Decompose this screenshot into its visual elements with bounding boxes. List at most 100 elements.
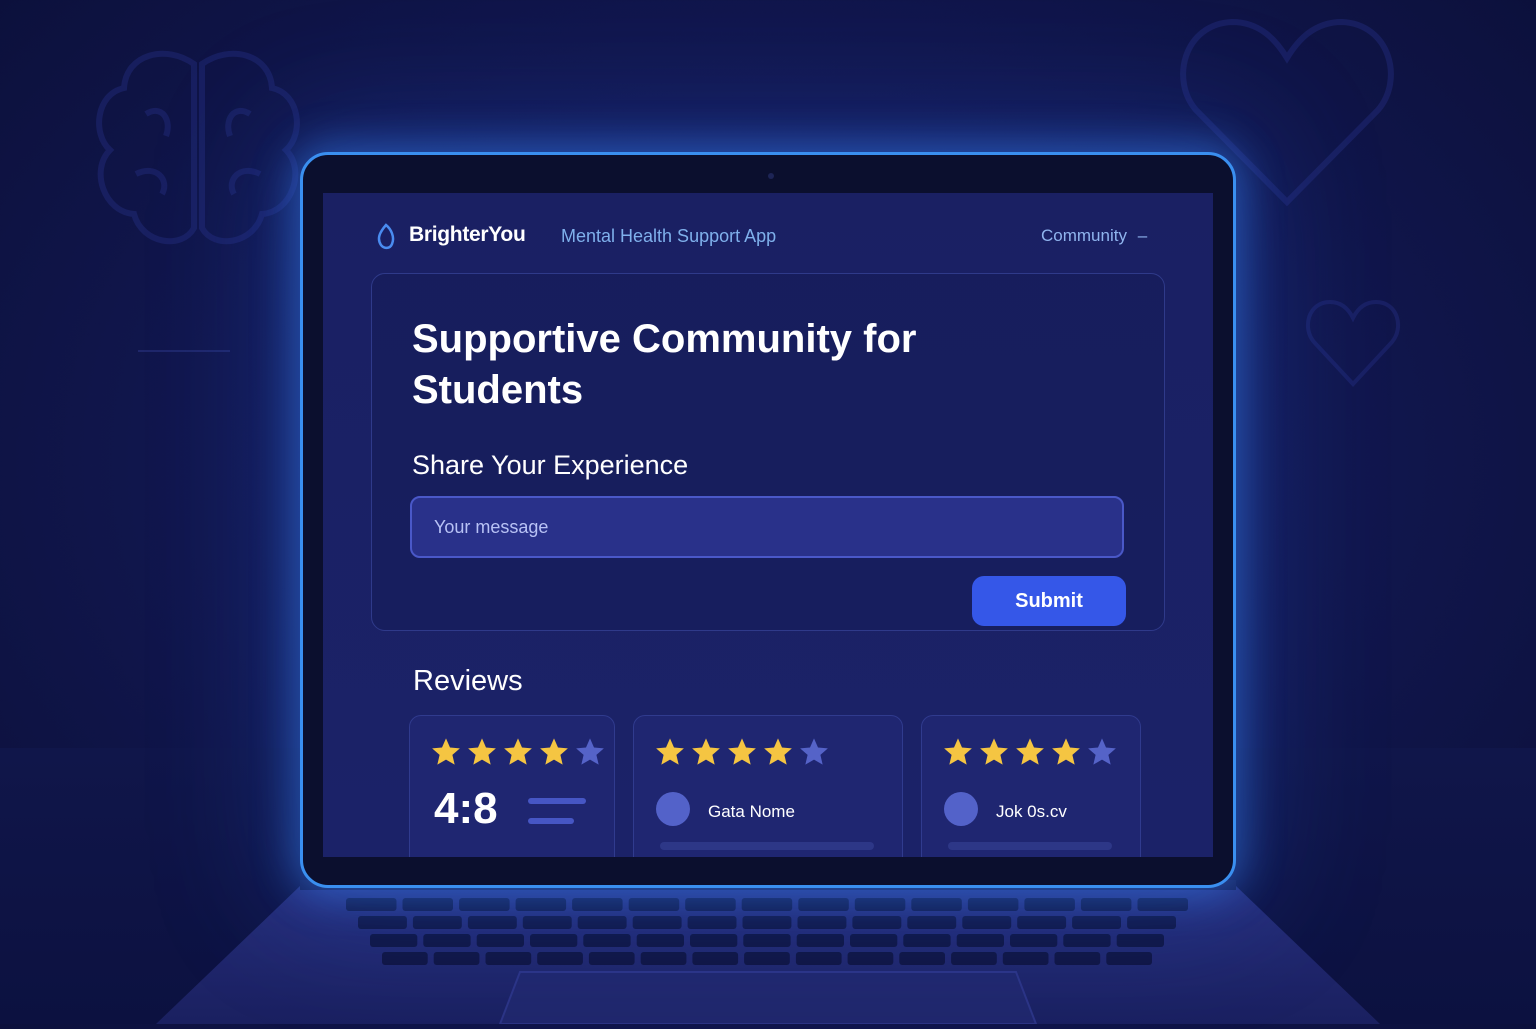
keyboard-key xyxy=(1137,898,1188,911)
message-input[interactable] xyxy=(410,496,1124,558)
keyboard-key xyxy=(412,916,462,929)
keyboard-key xyxy=(967,898,1019,911)
keyboard-key xyxy=(382,952,428,965)
laptop-screen-frame: BrighterYou Mental Health Support App Co… xyxy=(300,152,1236,888)
keyboard-key xyxy=(956,934,1004,947)
nav-community-menu[interactable]: Community – xyxy=(1041,226,1147,246)
keyboard-key xyxy=(687,916,737,929)
star-filled-icon xyxy=(692,738,720,765)
keyboard-key xyxy=(358,916,407,929)
star-rating xyxy=(942,736,1118,768)
review-card[interactable]: 4:8 xyxy=(409,715,615,857)
keyboard-key xyxy=(907,916,957,929)
star-filled-icon xyxy=(540,738,568,765)
keyboard-key xyxy=(572,898,623,911)
submit-button[interactable]: Submit xyxy=(972,576,1126,626)
star-filled-icon xyxy=(504,738,532,765)
keyboard-key xyxy=(850,934,898,947)
keyboard-key xyxy=(742,916,792,929)
keyboard-key xyxy=(423,934,471,947)
star-rating xyxy=(654,736,830,768)
keyboard-key xyxy=(690,934,738,947)
keyboard-key xyxy=(1054,952,1101,965)
star-filled-icon xyxy=(944,738,972,765)
keyboard-key xyxy=(795,952,842,965)
keyboard-key xyxy=(1024,898,1075,911)
keyboard-key xyxy=(852,916,902,929)
keyboard-key xyxy=(588,952,635,965)
review-card[interactable]: Jok 0s.cv xyxy=(921,715,1141,857)
keyboard-key xyxy=(515,898,567,911)
app-tagline: Mental Health Support App xyxy=(561,226,777,246)
star-empty-icon xyxy=(1088,738,1116,765)
camera xyxy=(768,173,774,179)
keyboard-key xyxy=(402,898,453,911)
keyboard-key xyxy=(370,934,418,947)
keyboard-key xyxy=(636,934,684,947)
keyboard-key xyxy=(962,916,1012,929)
placeholder-bar xyxy=(528,798,586,804)
decorative-line xyxy=(138,350,230,352)
star-filled-icon xyxy=(728,738,756,765)
page-title: Supportive Community for Students xyxy=(412,317,917,412)
keyboard-key xyxy=(899,952,945,965)
keyboard-key xyxy=(522,916,572,929)
star-filled-icon xyxy=(1052,738,1080,765)
keyboard-key xyxy=(744,952,790,965)
keyboard-key xyxy=(1002,952,1049,965)
keyboard-key xyxy=(346,898,397,911)
share-card: Supportive Community for Students Share … xyxy=(371,273,1165,631)
keyboard-key xyxy=(583,934,631,947)
keyboard-key xyxy=(577,916,627,929)
keyboard-key xyxy=(476,934,524,947)
keyboard-key xyxy=(903,934,951,947)
star-filled-icon xyxy=(432,738,460,765)
keyboard-key xyxy=(685,898,736,911)
avatar xyxy=(656,792,690,826)
star-rating xyxy=(430,736,606,768)
laptop-base xyxy=(0,880,1536,1025)
leaf-drop-icon xyxy=(375,223,397,256)
keyboard-key xyxy=(1072,916,1121,929)
keyboard-key xyxy=(911,898,962,911)
keyboard-key xyxy=(847,952,894,965)
keyboard-key xyxy=(692,952,739,965)
keyboard-key xyxy=(797,916,847,929)
brand-name: BrighterYou xyxy=(409,223,526,246)
keyboard-key xyxy=(743,934,791,947)
star-filled-icon xyxy=(656,738,684,765)
chevron-down-icon: – xyxy=(1137,226,1148,245)
keyboard-key xyxy=(854,898,906,911)
share-experience-label: Share Your Experience xyxy=(412,450,689,480)
keyboard-key xyxy=(1063,934,1111,947)
keyboard-key xyxy=(632,916,682,929)
star-filled-icon xyxy=(764,738,792,765)
keyboard-key xyxy=(1116,934,1164,947)
keyboard-key xyxy=(1106,952,1152,965)
keyboard-key xyxy=(741,898,793,911)
placeholder-bar xyxy=(528,818,574,824)
placeholder-bar xyxy=(948,842,1112,850)
keyboard-key xyxy=(1127,916,1176,929)
keyboard-key xyxy=(1080,898,1132,911)
keyboard-key xyxy=(537,952,583,965)
keyboard-key xyxy=(467,916,517,929)
keyboard-key xyxy=(433,952,480,965)
star-empty-icon xyxy=(576,738,604,765)
placeholder-bar xyxy=(660,842,874,850)
review-card[interactable]: Gata Nome xyxy=(633,715,903,857)
reviews-heading: Reviews xyxy=(413,665,523,697)
star-empty-icon xyxy=(800,738,828,765)
heart-icon xyxy=(1304,298,1402,388)
keyboard-key xyxy=(459,898,510,911)
keyboard-key xyxy=(530,934,578,947)
star-filled-icon xyxy=(1016,738,1044,765)
reviewer-name: Jok 0s.cv xyxy=(996,802,1067,821)
keyboard-key xyxy=(796,934,844,947)
star-filled-icon xyxy=(468,738,496,765)
star-filled-icon xyxy=(980,738,1008,765)
keyboard-key xyxy=(640,952,687,965)
keyboard-key xyxy=(1010,934,1058,947)
reviewer-name: Gata Nome xyxy=(708,802,795,821)
nav-community-label: Community xyxy=(1041,226,1127,245)
